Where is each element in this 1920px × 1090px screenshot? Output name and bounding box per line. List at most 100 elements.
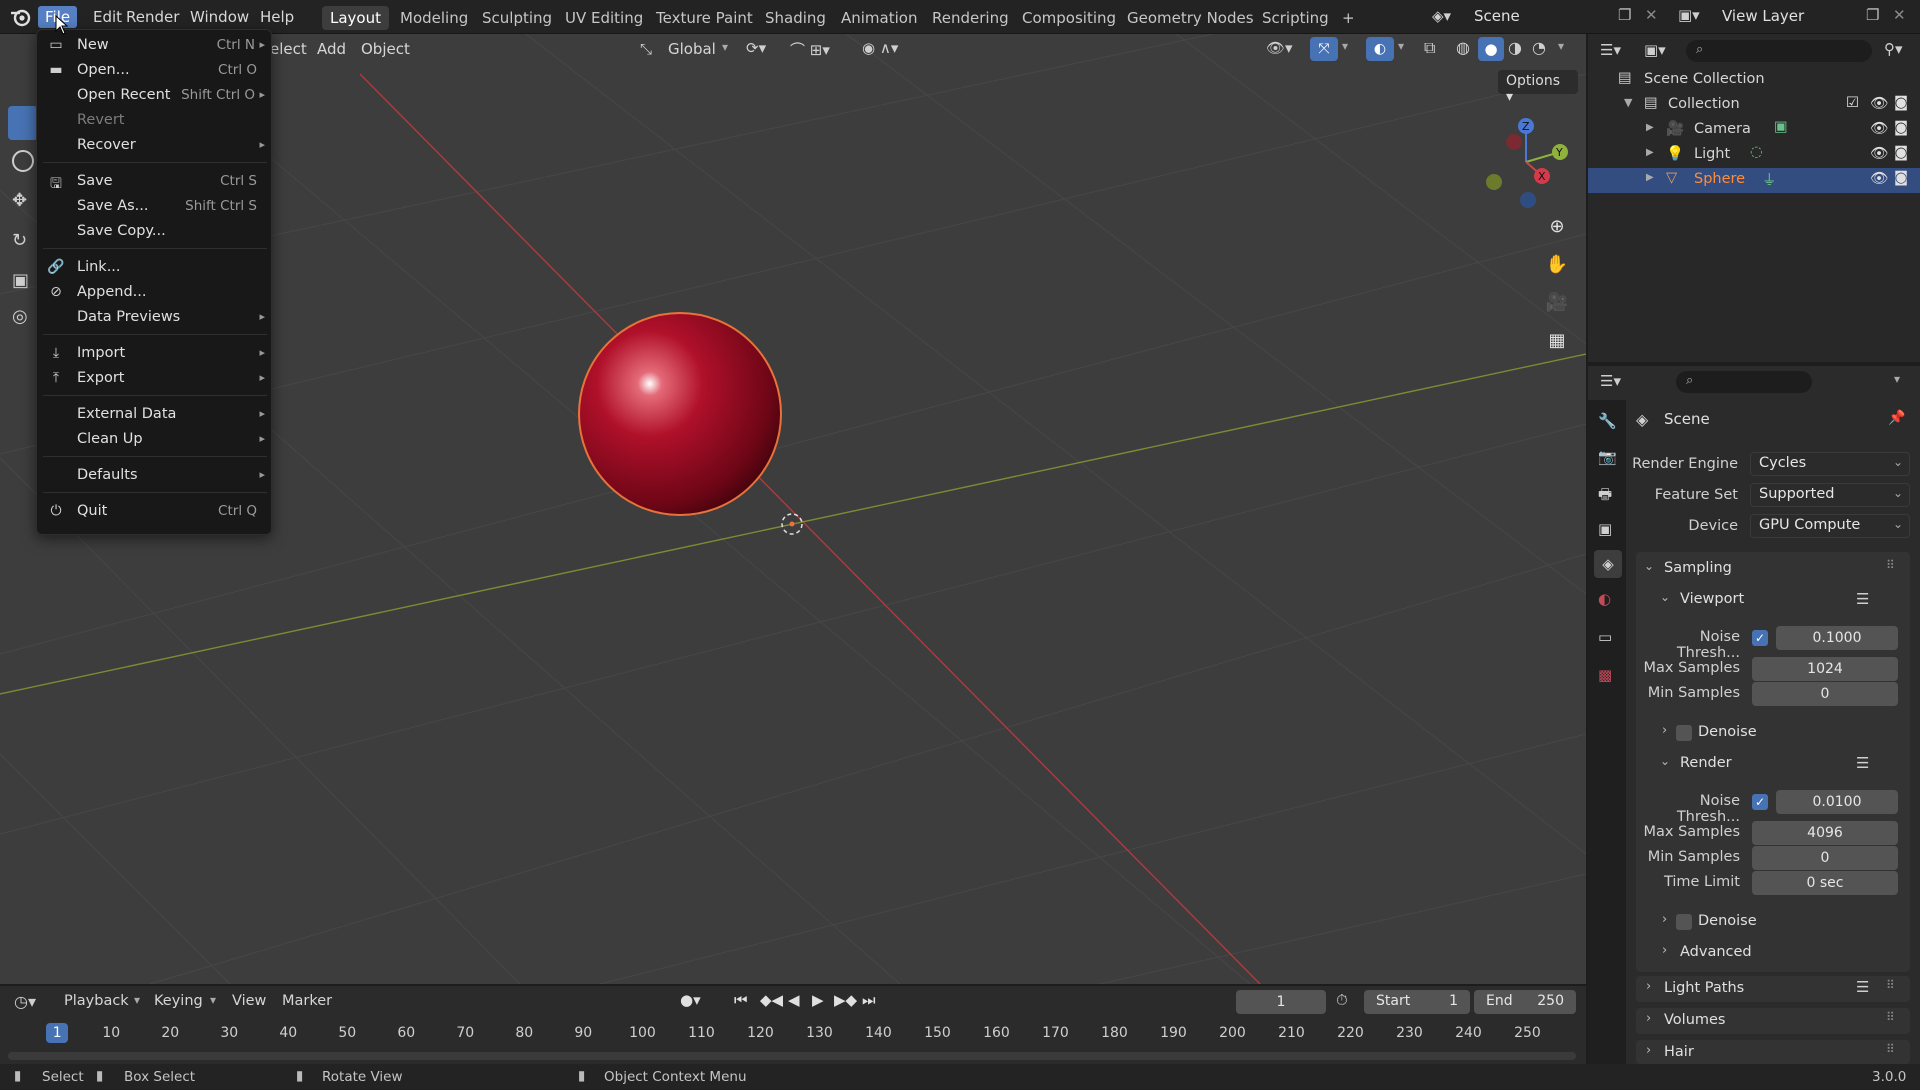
new-scene-icon[interactable]: ❐ [1618, 6, 1631, 24]
expand-arrow-icon[interactable]: › [1662, 943, 1667, 958]
tab-modeling[interactable]: Modeling [392, 6, 476, 30]
collapse-arrow-icon[interactable]: ⌄ [1660, 754, 1670, 768]
perspective-grid-icon[interactable]: ▦ [1542, 326, 1572, 356]
drag-handle-icon[interactable]: ⠿ [1886, 978, 1895, 992]
expand-arrow-icon[interactable]: › [1646, 1011, 1651, 1026]
outliner-row-collection[interactable]: ▼ ▤ Collection ☑ 👁 ◙ [1588, 93, 1920, 118]
scene-icon[interactable]: ◈▾ [1432, 7, 1451, 25]
expand-arrow-icon[interactable]: ▼ [1624, 96, 1632, 109]
render-denoise-checkbox[interactable] [1676, 914, 1692, 930]
render-subpanel-header[interactable]: Render [1680, 755, 1732, 771]
start-frame-field[interactable]: Start 1 [1364, 990, 1470, 1014]
sampling-header[interactable]: Sampling [1664, 560, 1732, 576]
properties-search-input[interactable]: ⌕ [1676, 371, 1812, 393]
chevron-down-icon[interactable]: ▾ [134, 993, 140, 1007]
orientation-dropdown[interactable]: Global [668, 40, 716, 58]
chevron-down-icon[interactable]: ▾ [722, 40, 728, 54]
viewport-noise-threshold-field[interactable]: 0.1000 [1776, 626, 1898, 650]
viewport-denoise-label[interactable]: Denoise [1698, 724, 1757, 740]
menu-render[interactable]: Render [119, 6, 186, 28]
remove-view-layer-icon[interactable]: ✕ [1893, 6, 1906, 24]
tool-tab-icon[interactable]: 🔧 [1598, 412, 1617, 430]
menu-item-append[interactable]: ⊘ Append... [37, 281, 273, 305]
options-dropdown[interactable]: Options ▾ [1498, 70, 1578, 105]
marker-menu[interactable]: Marker [282, 993, 332, 1009]
expand-arrow-icon[interactable]: ▶ [1646, 172, 1654, 183]
scene-name[interactable]: Scene [1474, 7, 1520, 25]
expand-arrow-icon[interactable]: › [1662, 912, 1667, 927]
menu-item-external-data[interactable]: External Data ▸ [37, 403, 273, 427]
menu-help[interactable]: Help [253, 6, 301, 28]
jump-keyframe-forward-icon[interactable]: ▶◆ [834, 991, 857, 1009]
eye-icon[interactable]: 👁 [1870, 145, 1888, 162]
pan-hand-icon[interactable]: ✋ [1542, 250, 1572, 280]
menu-item-new[interactable]: ▭ New Ctrl N ▸ [37, 34, 273, 58]
pin-icon[interactable]: 📌 [1888, 410, 1905, 426]
menu-item-save[interactable]: 🖫 Save Ctrl S [37, 170, 273, 194]
keying-menu[interactable]: Keying [154, 993, 203, 1009]
chevron-down-icon[interactable]: ▾ [210, 993, 216, 1007]
camera-render-icon[interactable]: ◙ [1894, 95, 1908, 111]
expand-arrow-icon[interactable]: ▶ [1646, 122, 1654, 133]
checkbox-icon[interactable]: ☑ [1846, 95, 1859, 111]
menu-item-recover[interactable]: Recover ▸ [37, 134, 273, 158]
end-frame-field[interactable]: End 250 [1474, 990, 1576, 1014]
device-dropdown[interactable]: GPU Compute ⌄ [1750, 514, 1910, 538]
menu-item-quit[interactable]: ⏻ Quit Ctrl Q [37, 500, 273, 524]
solid-shading-icon[interactable]: ● [1478, 37, 1504, 61]
timeline-view-menu[interactable]: View [232, 993, 266, 1009]
add-workspace-button[interactable]: + [1334, 6, 1363, 30]
outliner-search-input[interactable]: ⌕ [1686, 40, 1872, 62]
eye-icon[interactable]: 👁 [1870, 95, 1888, 112]
move-tool-icon[interactable]: ✥ [12, 190, 27, 211]
pivot-point-icon[interactable]: ⟳▾ [746, 39, 766, 57]
menu-item-save-as[interactable]: Save As... Shift Ctrl S [37, 195, 273, 219]
jump-keyframe-back-icon[interactable]: ◆◀ [760, 991, 783, 1009]
world-tab-icon[interactable]: ◐ [1598, 590, 1611, 608]
render-noise-threshold-field[interactable]: 0.0100 [1776, 790, 1898, 814]
menu-item-save-copy[interactable]: Save Copy... [37, 220, 273, 244]
cursor-tool-icon[interactable] [12, 150, 34, 172]
outliner-row-scene-collection[interactable]: ▤ Scene Collection [1588, 68, 1920, 93]
menu-item-clean-up[interactable]: Clean Up ▸ [37, 428, 273, 452]
tab-layout[interactable]: Layout [322, 6, 389, 30]
tab-rendering[interactable]: Rendering [924, 6, 1017, 30]
drag-handle-icon[interactable]: ⠿ [1886, 558, 1895, 572]
viewport-subpanel-header[interactable]: Viewport [1680, 591, 1744, 607]
tab-compositing[interactable]: Compositing [1014, 6, 1124, 30]
viewport-noise-threshold-checkbox[interactable]: ✓ [1752, 630, 1768, 646]
presets-list-icon[interactable]: ☰ [1856, 754, 1869, 772]
timeline-editor-type-icon[interactable]: ◷▾ [14, 992, 36, 1011]
zoom-icon[interactable]: ⊕ [1542, 212, 1572, 242]
camera-render-icon[interactable]: ◙ [1894, 145, 1908, 161]
drag-handle-icon[interactable]: ⠿ [1886, 1042, 1895, 1056]
tab-scripting[interactable]: Scripting [1254, 6, 1337, 30]
expand-arrow-icon[interactable]: › [1662, 723, 1667, 738]
menu-item-defaults[interactable]: Defaults ▸ [37, 464, 273, 488]
advanced-subpanel-header[interactable]: Advanced [1680, 944, 1752, 960]
camera-render-icon[interactable]: ◙ [1894, 120, 1908, 136]
render-engine-dropdown[interactable]: Cycles ⌄ [1750, 452, 1910, 476]
time-limit-field[interactable]: 0 sec [1752, 871, 1898, 895]
proportional-edit-icon[interactable]: ◉ ∧▾ [862, 39, 898, 57]
menu-item-export[interactable]: ⤒ Export ▸ [37, 367, 273, 391]
eye-icon[interactable]: 👁 [1870, 170, 1888, 187]
timeline-scrollbar[interactable] [8, 1052, 1576, 1060]
render-tab-icon[interactable]: 📷 [1598, 448, 1617, 466]
visibility-icon[interactable]: 👁▾ [1266, 39, 1293, 57]
tab-uv-editing[interactable]: UV Editing [557, 6, 651, 30]
properties-editor-type-icon[interactable]: ☰▾ [1600, 372, 1621, 390]
menu-item-link[interactable]: 🔗 Link... [37, 256, 273, 280]
rotate-tool-icon[interactable]: ↻ [12, 230, 27, 251]
outliner-editor-type-icon[interactable]: ☰▾ [1600, 41, 1621, 59]
viewport-menu-select[interactable]: elect [270, 40, 307, 58]
light-paths-header[interactable]: Light Paths [1664, 980, 1744, 996]
tab-animation[interactable]: Animation [833, 6, 925, 30]
select-box-tool-icon[interactable] [8, 106, 38, 140]
viewport-menu-add[interactable]: Add [317, 40, 346, 58]
render-noise-threshold-checkbox[interactable]: ✓ [1752, 794, 1768, 810]
texture-tab-icon[interactable]: ▩ [1598, 666, 1612, 684]
jump-end-icon[interactable]: ⏭ [862, 991, 876, 1009]
expand-arrow-icon[interactable]: › [1646, 1043, 1651, 1058]
presets-list-icon[interactable]: ☰ [1856, 590, 1869, 608]
